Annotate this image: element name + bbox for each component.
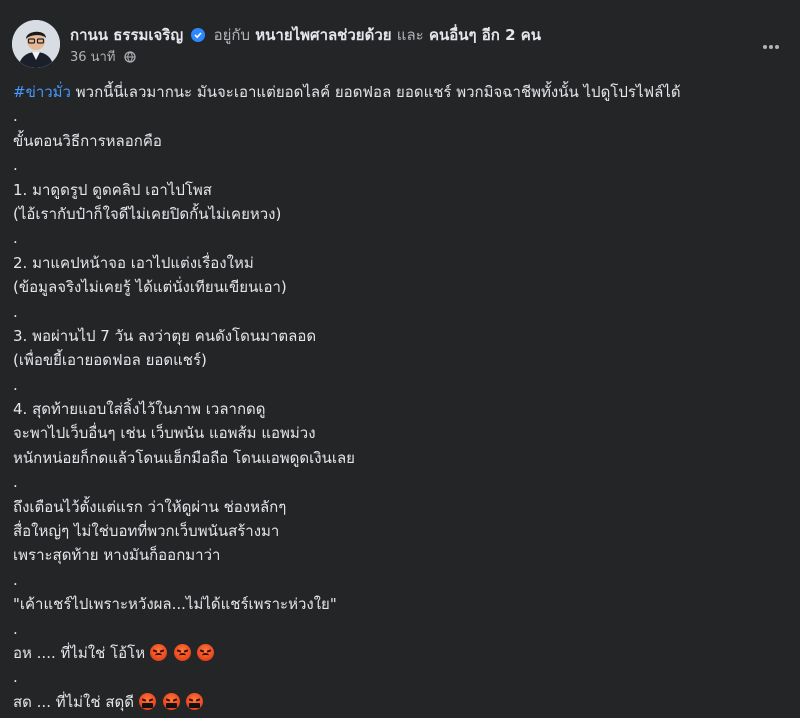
post-line: เพราะสุดท้าย หางมันก็ออกมาว่า bbox=[13, 546, 221, 565]
post-line: 3. พอผ่านไป 7 วัน ลงว่าตุย คนดังโดนมาตลอ… bbox=[13, 326, 317, 345]
cursing-face-emoji bbox=[138, 692, 156, 710]
post-line-text: สด ... ที่ไม่ใช่ สดุดี bbox=[13, 692, 139, 711]
hashtag-link[interactable]: #ข่าวมั่ว bbox=[13, 83, 71, 101]
globe-icon bbox=[123, 51, 136, 63]
post-line: . bbox=[13, 668, 18, 687]
post-line: . bbox=[13, 107, 18, 126]
post-line: "เค้าแชร์ไปเพราะหวังผล...ไม่ได้แชร์เพราะ… bbox=[13, 595, 337, 614]
post-line: (เพื่อขยี้เอายอดฟอล ยอดแชร์) bbox=[13, 351, 207, 370]
post-line: สื่อใหญ่ๆ ไม่ใช่บอทที่พวกเว็บพนันสร้างมา bbox=[13, 522, 280, 541]
post-line: . bbox=[13, 473, 18, 492]
post-card: กานน ธรรมเจริญ อยู่กับ หนายไพศาลช่วยด้วย… bbox=[0, 0, 800, 718]
post-line-ah: อห .... ที่ไม่ใช่ โอ้โห bbox=[13, 641, 786, 665]
post-line: 2. มาแคปหน้าจอ เอาไปแต่งเรื่องใหม่ bbox=[13, 253, 254, 272]
post-line: ถึงเตือนไว้ตั้งแต่แรก ว่าให้ดูผ่าน ช่องห… bbox=[13, 497, 287, 516]
others-link[interactable]: คนอื่นๆ อีก 2 คน bbox=[429, 26, 541, 44]
tagged-page-link[interactable]: หนายไพศาลช่วยด้วย bbox=[255, 26, 391, 44]
post-line: . bbox=[13, 375, 18, 394]
post-line: (ไอ้เรากับป๋าก็ใจดีไม่เคยปิดกั้นไม่เคยหว… bbox=[13, 204, 282, 223]
post-header: กานน ธรรมเจริญ อยู่กับ หนายไพศาลช่วยด้วย… bbox=[12, 20, 800, 72]
angry-face-emoji bbox=[149, 643, 167, 661]
more-options-icon[interactable] bbox=[762, 34, 786, 54]
post-time[interactable]: 36 นาที bbox=[70, 50, 115, 65]
post-line: . bbox=[13, 302, 18, 321]
post-line-sot: สด ... ที่ไม่ใช่ สดุดี bbox=[13, 690, 786, 714]
post-line: ขั้นตอนวิธีการหลอกคือ bbox=[13, 131, 162, 150]
author-line: กานน ธรรมเจริญ อยู่กับ หนายไพศาลช่วยด้วย… bbox=[70, 25, 541, 45]
cursing-face-emoji bbox=[162, 692, 180, 710]
post-line: จะพาไปเว็บอื่นๆ เช่น เว็บพนัน แอพส้ม แอพ… bbox=[13, 424, 316, 443]
author-avatar[interactable] bbox=[12, 20, 60, 68]
cursing-face-emoji bbox=[186, 692, 204, 710]
post-meta: 36 นาที bbox=[70, 50, 136, 66]
post-line-first: #ข่าวมั่ว พวกนี้นี่เลวมากนะ มันจะเอาแต่ย… bbox=[13, 80, 786, 104]
post-line: . bbox=[13, 156, 18, 175]
post-line: 1. มาดูดรูป ดูดคลิป เอาไปโพส bbox=[13, 180, 212, 199]
post-line: (ข้อมูลจริงไม่เคยรู้ ได้แต่นั่งเทียนเขีย… bbox=[13, 278, 287, 297]
post-line-text: อห .... ที่ไม่ใช่ โอ้โห bbox=[13, 643, 150, 662]
post-line: 4. สุดท้ายแอบใส่ลิ้งไว้ในภาพ เวลากดดู bbox=[13, 400, 266, 419]
post-body: #ข่าวมั่ว พวกนี้นี่เลวมากนะ มันจะเอาแต่ย… bbox=[13, 80, 786, 714]
and-text: และ bbox=[396, 26, 424, 44]
post-line: . bbox=[13, 229, 18, 248]
post-line: . bbox=[13, 619, 18, 638]
author-name[interactable]: กานน ธรรมเจริญ bbox=[70, 26, 183, 44]
verified-badge-icon bbox=[191, 28, 206, 42]
with-text: อยู่กับ bbox=[213, 26, 251, 44]
post-line-text: พวกนี้นี่เลวมากนะ มันจะเอาแต่ยอดไลค์ ยอด… bbox=[70, 83, 681, 101]
angry-face-emoji bbox=[173, 643, 191, 661]
post-line: หนักหน่อยก็กดแล้วโดนแฮ็กมือถือ โดนแอพดูด… bbox=[13, 448, 355, 467]
post-line: . bbox=[13, 570, 18, 589]
angry-face-emoji bbox=[197, 643, 215, 661]
